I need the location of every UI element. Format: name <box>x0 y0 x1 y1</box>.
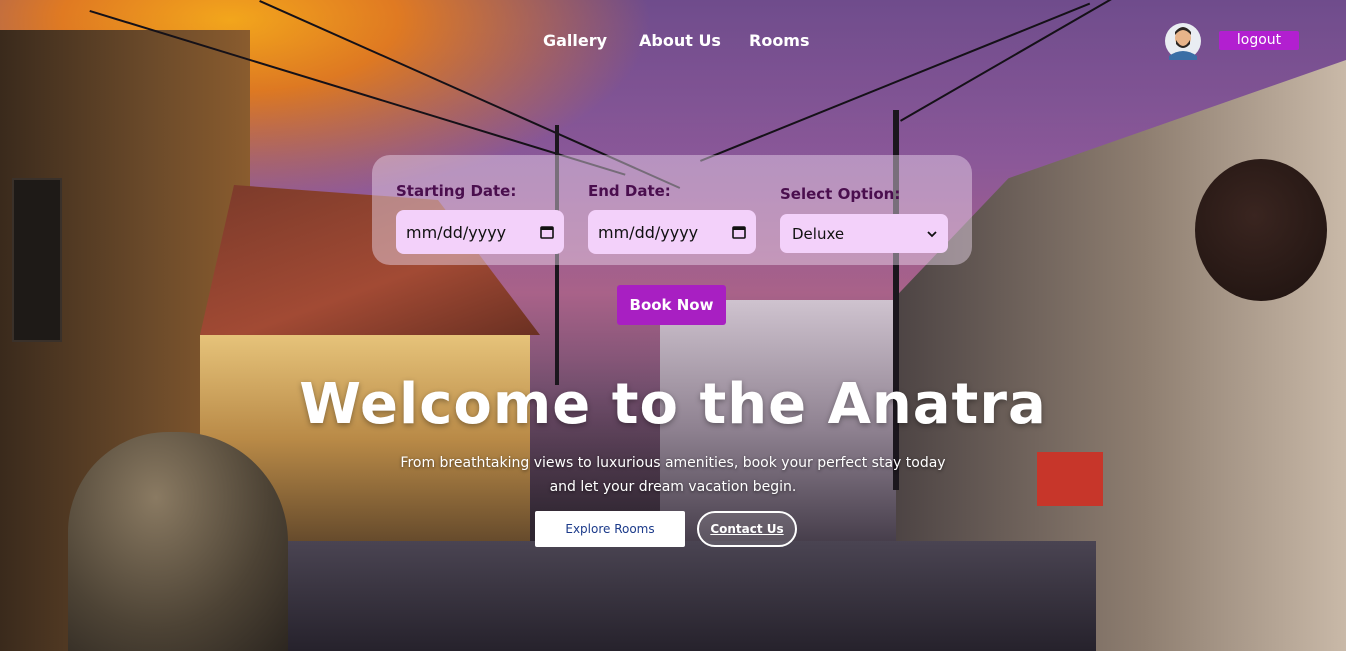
power-wire <box>900 0 1161 122</box>
start-date-value: mm/dd/yyyy <box>406 222 507 242</box>
end-date-input[interactable]: mm/dd/yyyy <box>588 210 756 254</box>
nav-rooms-link[interactable]: Rooms <box>749 30 810 52</box>
end-date-value: mm/dd/yyyy <box>598 222 699 242</box>
user-avatar[interactable] <box>1165 22 1201 60</box>
contact-us-button[interactable]: Contact Us <box>697 511 797 547</box>
heritage-cafe-sign <box>12 178 62 342</box>
calendar-icon[interactable] <box>732 225 746 239</box>
hero-subtitle-line-1: From breathtaking views to luxurious ame… <box>400 455 946 471</box>
chevron-down-icon <box>927 230 937 237</box>
logout-button[interactable]: logout <box>1219 31 1299 50</box>
nav-about-link[interactable]: About Us <box>639 30 721 52</box>
avatar-icon <box>1165 23 1201 60</box>
room-option-value: Deluxe <box>792 224 845 243</box>
room-option-label: Select Option: <box>780 185 901 203</box>
start-date-input[interactable]: mm/dd/yyyy <box>396 210 564 254</box>
room-option-select[interactable]: Deluxe <box>780 214 948 253</box>
end-date-label: End Date: <box>588 182 671 200</box>
hero-background <box>0 0 1346 651</box>
explore-rooms-button[interactable]: Explore Rooms <box>535 511 685 547</box>
hero-title: Welcome to the Anatra <box>299 372 1047 437</box>
booking-panel: Starting Date: mm/dd/yyyy End Date: mm/d… <box>372 155 972 265</box>
calendar-icon[interactable] <box>540 225 554 239</box>
hero-subtitle-line-2: and let your dream vacation begin. <box>549 479 797 495</box>
book-now-button[interactable]: Book Now <box>617 285 726 325</box>
top-nav: Gallery About Us Rooms <box>0 30 1346 54</box>
start-date-label: Starting Date: <box>396 182 517 200</box>
salt-sign <box>1195 159 1327 301</box>
street <box>260 541 1096 651</box>
nav-gallery-link[interactable]: Gallery <box>543 30 607 52</box>
